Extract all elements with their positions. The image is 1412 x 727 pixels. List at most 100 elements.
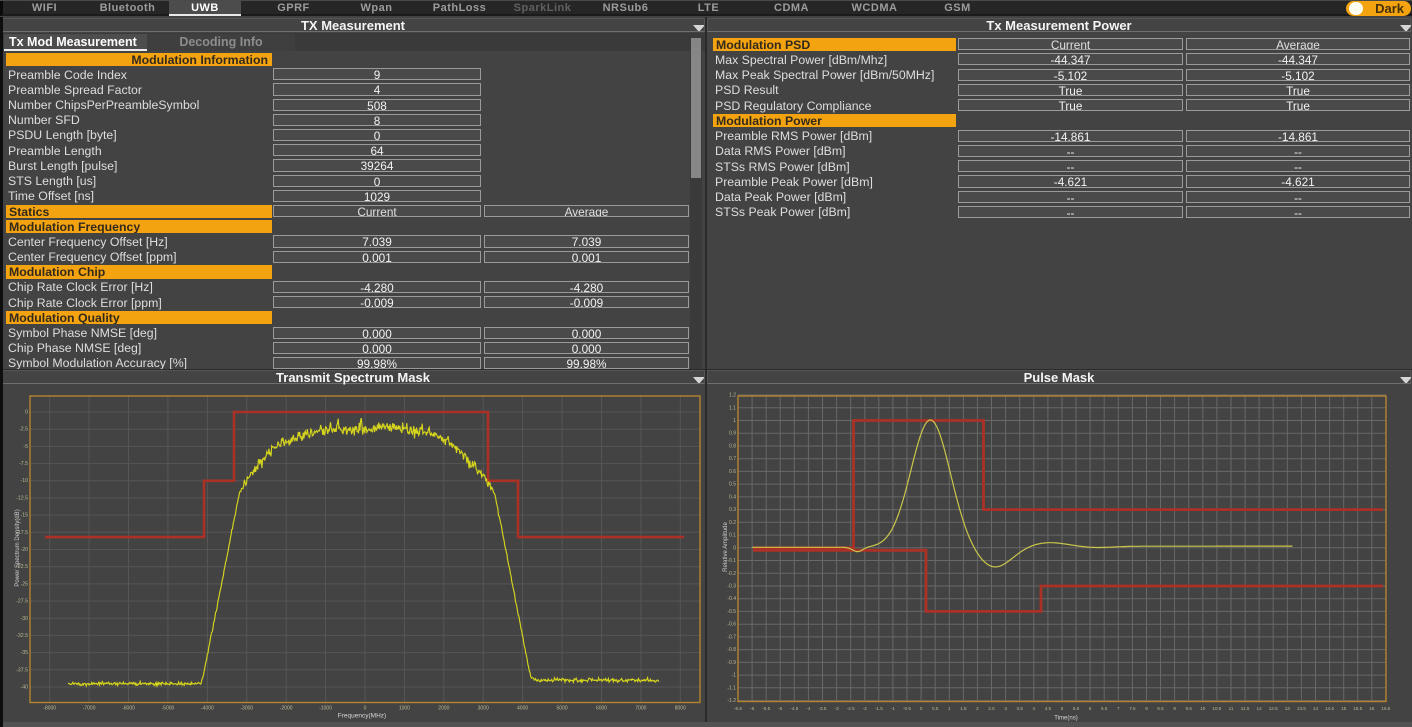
svg-text:11.5: 11.5	[1241, 706, 1250, 711]
svg-text:-6.5: -6.5	[734, 706, 742, 711]
svg-text:-6: -6	[750, 706, 755, 711]
svg-text:-5: -5	[23, 444, 28, 450]
svg-text:0.5: 0.5	[729, 482, 736, 488]
svg-text:0.7: 0.7	[729, 456, 736, 462]
svg-text:7.5: 7.5	[1129, 706, 1136, 711]
svg-text:13: 13	[1285, 706, 1291, 711]
svg-text:16.5: 16.5	[1381, 706, 1390, 711]
svg-text:16: 16	[1369, 706, 1375, 711]
svg-text:9: 9	[1173, 706, 1176, 711]
svg-text:-1: -1	[891, 706, 896, 711]
svg-text:-35: -35	[21, 650, 29, 656]
svg-text:0.2: 0.2	[729, 520, 736, 526]
svg-text:4.5: 4.5	[1045, 706, 1052, 711]
svg-text:6000: 6000	[596, 706, 607, 712]
svg-text:-5000: -5000	[162, 706, 175, 712]
svg-text:1.5: 1.5	[960, 706, 967, 711]
svg-text:4000: 4000	[517, 706, 528, 712]
svg-text:-30: -30	[21, 616, 29, 622]
svg-text:0.9: 0.9	[729, 431, 736, 437]
svg-text:-0.5: -0.5	[727, 609, 736, 615]
svg-text:-1000: -1000	[319, 706, 332, 712]
svg-text:0.6: 0.6	[729, 469, 736, 475]
svg-text:4: 4	[1033, 706, 1036, 711]
svg-text:-5.5: -5.5	[762, 706, 770, 711]
svg-text:7000: 7000	[635, 706, 646, 712]
svg-text:-0.7: -0.7	[727, 634, 736, 640]
svg-text:-27.5: -27.5	[16, 599, 28, 605]
svg-text:-1.1: -1.1	[727, 685, 736, 691]
svg-text:-40: -40	[21, 685, 29, 691]
svg-text:1: 1	[948, 706, 951, 711]
svg-text:-3: -3	[835, 706, 840, 711]
svg-text:-1.2: -1.2	[727, 698, 736, 704]
svg-text:12.5: 12.5	[1269, 706, 1278, 711]
svg-text:0.8: 0.8	[729, 444, 736, 450]
svg-text:7: 7	[1117, 706, 1120, 711]
svg-text:-0.3: -0.3	[727, 584, 736, 590]
svg-text:14: 14	[1313, 706, 1319, 711]
svg-text:1000: 1000	[399, 706, 410, 712]
svg-text:0: 0	[920, 706, 923, 711]
svg-text:-37.5: -37.5	[16, 667, 28, 673]
svg-text:1.1: 1.1	[729, 405, 736, 411]
svg-text:-0.8: -0.8	[727, 647, 736, 653]
svg-text:-4000: -4000	[201, 706, 214, 712]
svg-text:2: 2	[976, 706, 979, 711]
svg-text:0: 0	[25, 410, 28, 416]
svg-text:-0.6: -0.6	[727, 622, 736, 628]
svg-text:8.5: 8.5	[1157, 706, 1164, 711]
svg-text:Relative Amplitude: Relative Amplitude	[723, 521, 729, 571]
svg-text:-5: -5	[778, 706, 783, 711]
svg-text:-4.5: -4.5	[790, 706, 798, 711]
svg-text:10: 10	[1200, 706, 1206, 711]
svg-text:12: 12	[1257, 706, 1263, 711]
svg-text:0.1: 0.1	[729, 533, 736, 539]
svg-text:0: 0	[733, 545, 736, 551]
svg-text:6.5: 6.5	[1101, 706, 1108, 711]
svg-text:0.4: 0.4	[729, 494, 736, 500]
svg-text:10.5: 10.5	[1212, 706, 1221, 711]
svg-text:-2000: -2000	[280, 706, 293, 712]
svg-text:-6000: -6000	[122, 706, 135, 712]
svg-text:2000: 2000	[438, 706, 449, 712]
svg-text:-22.5: -22.5	[16, 564, 28, 570]
svg-text:8: 8	[1145, 706, 1148, 711]
svg-text:0: 0	[364, 706, 367, 712]
svg-text:-2.5: -2.5	[847, 706, 855, 711]
svg-text:-12.5: -12.5	[16, 495, 28, 501]
svg-text:-0.4: -0.4	[727, 596, 736, 602]
svg-text:5000: 5000	[557, 706, 568, 712]
svg-text:-20: -20	[21, 547, 29, 553]
svg-text:3: 3	[1004, 706, 1007, 711]
svg-text:-32.5: -32.5	[16, 633, 28, 639]
svg-text:-2.5: -2.5	[19, 427, 28, 433]
svg-text:11: 11	[1229, 706, 1234, 711]
svg-text:-25: -25	[21, 581, 29, 587]
svg-text:-0.5: -0.5	[903, 706, 911, 711]
svg-text:0.5: 0.5	[932, 706, 939, 711]
svg-text:-7.5: -7.5	[19, 461, 28, 467]
svg-text:15: 15	[1341, 706, 1347, 711]
svg-text:-0.2: -0.2	[727, 571, 736, 577]
svg-text:-0.1: -0.1	[727, 558, 736, 564]
svg-text:Frequency(MHz): Frequency(MHz)	[338, 713, 386, 720]
svg-text:1.2: 1.2	[729, 393, 736, 399]
svg-text:-8000: -8000	[43, 706, 56, 712]
svg-text:8000: 8000	[675, 706, 686, 712]
svg-text:-3.5: -3.5	[819, 706, 827, 711]
svg-text:Power Spectrum Density(dB): Power Spectrum Density(dB)	[15, 509, 21, 586]
svg-text:-1: -1	[732, 673, 737, 679]
svg-text:-0.9: -0.9	[727, 660, 736, 666]
svg-text:-1.5: -1.5	[875, 706, 883, 711]
svg-text:-15: -15	[21, 513, 29, 519]
svg-text:14.5: 14.5	[1325, 706, 1334, 711]
svg-text:3.5: 3.5	[1017, 706, 1024, 711]
svg-text:1: 1	[733, 418, 736, 424]
svg-text:2.5: 2.5	[988, 706, 995, 711]
svg-text:-17.5: -17.5	[16, 530, 28, 536]
svg-text:9.5: 9.5	[1186, 706, 1193, 711]
svg-text:-2: -2	[863, 706, 868, 711]
svg-text:-7000: -7000	[83, 706, 96, 712]
svg-text:-10: -10	[21, 478, 29, 484]
